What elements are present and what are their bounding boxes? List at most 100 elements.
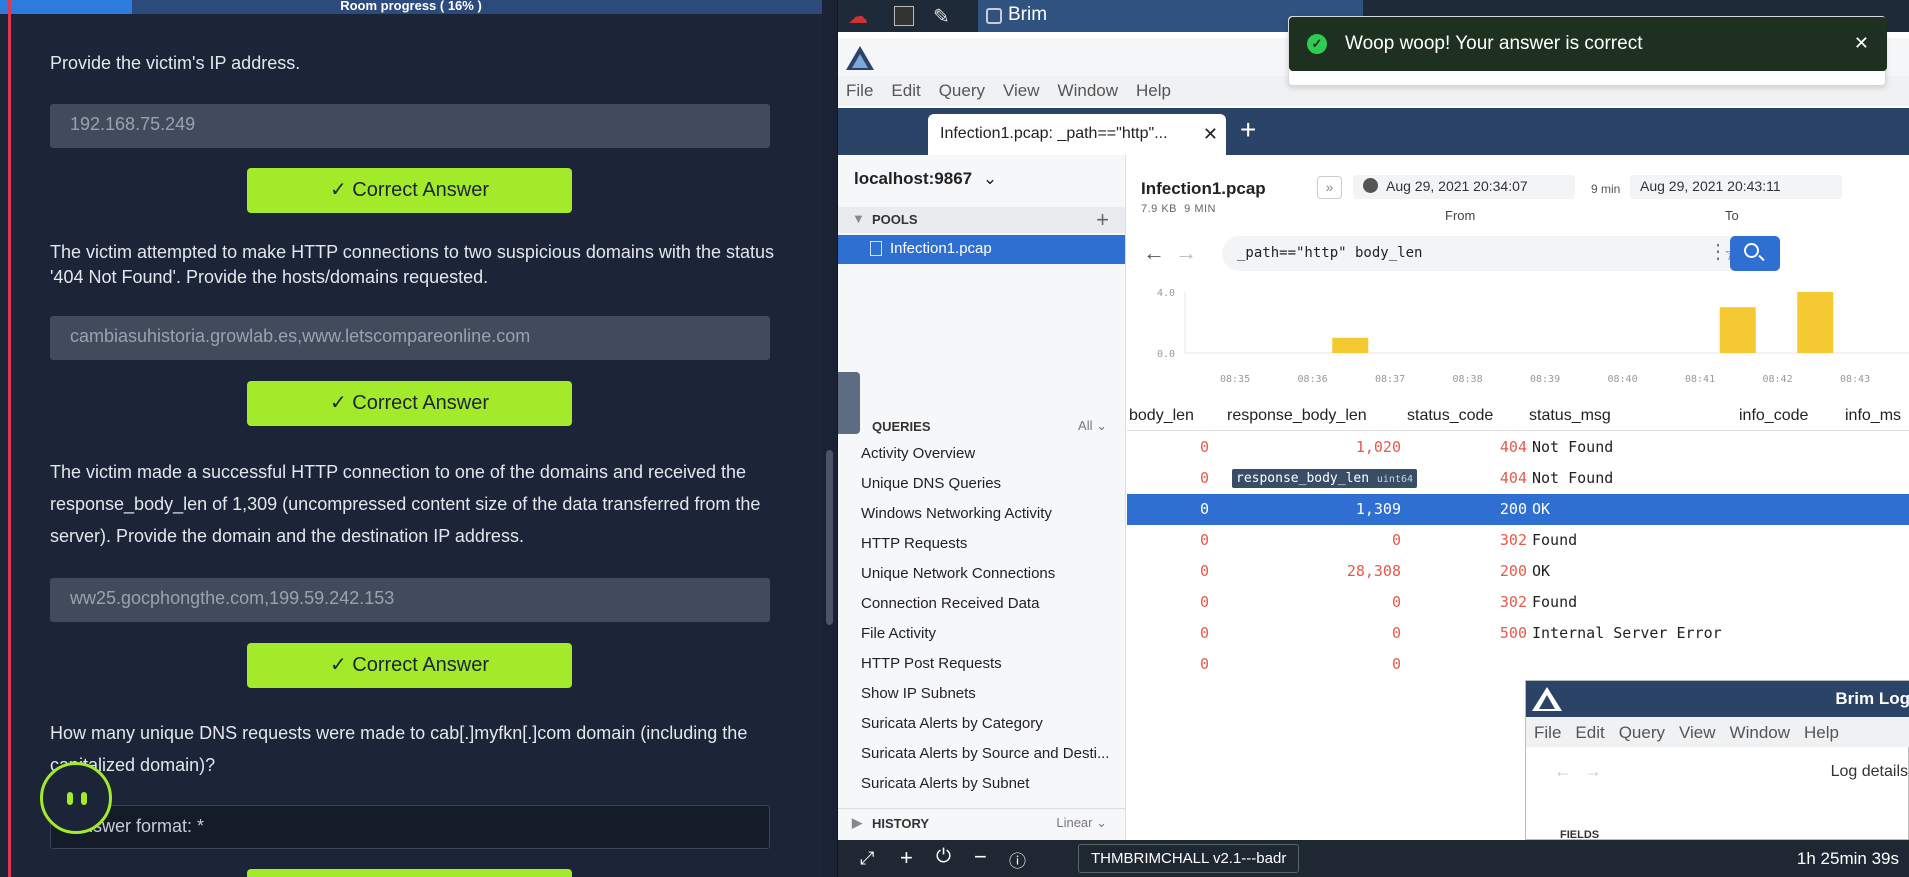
table-row[interactable]: 0 0 302 Found bbox=[1127, 525, 1909, 556]
log-back-arrow-icon[interactable]: ← bbox=[1554, 761, 1572, 782]
query-item[interactable]: HTTP Post Requests bbox=[861, 648, 1123, 678]
query-item[interactable]: Activity Overview bbox=[861, 438, 1123, 468]
column-header[interactable]: status_msg bbox=[1529, 407, 1611, 425]
forward-arrow-icon[interactable]: → bbox=[1175, 240, 1197, 266]
from-time-picker[interactable]: Aug 29, 2021 20:34:07 bbox=[1353, 175, 1575, 199]
log-menu-edit[interactable]: Edit bbox=[1575, 723, 1604, 742]
question-4-submit-button[interactable] bbox=[247, 869, 572, 877]
pool-item-infection1[interactable]: Infection1.pcap bbox=[838, 235, 1125, 264]
file-icon bbox=[870, 241, 882, 256]
back-arrow-icon[interactable]: ← bbox=[1143, 240, 1165, 266]
to-time-picker[interactable]: Aug 29, 2021 20:43:11 bbox=[1630, 175, 1842, 199]
column-header[interactable]: status_code bbox=[1407, 407, 1493, 425]
question-2-answer-input[interactable]: cambiasuhistoria.growlab.es,www.letscomp… bbox=[50, 316, 770, 360]
log-forward-arrow-icon[interactable]: → bbox=[1584, 761, 1602, 782]
query-item[interactable]: Suricata Alerts by Source and Desti... bbox=[861, 738, 1123, 768]
query-item[interactable]: Unique DNS Queries bbox=[861, 468, 1123, 498]
queries-header[interactable]: QUERIES All ⌄ bbox=[838, 412, 1125, 438]
search-input[interactable]: _path=="http" body_len bbox=[1237, 245, 1422, 261]
brim-log-window: Brim Log File Edit Query View Window Help ← →… bbox=[1525, 680, 1909, 841]
editor-icon[interactable]: ✎ bbox=[933, 4, 950, 29]
queries-list: Activity Overview Unique DNS Queries Win… bbox=[861, 438, 1123, 798]
log-menu-query[interactable]: Query bbox=[1619, 723, 1665, 742]
x-tick-label: 08:37 bbox=[1375, 374, 1405, 385]
query-item[interactable]: Suricata Alerts by Subnet bbox=[861, 768, 1123, 798]
menu-query[interactable]: Query bbox=[939, 76, 985, 106]
terminal-icon[interactable] bbox=[894, 6, 914, 26]
histogram-bar[interactable] bbox=[1719, 307, 1756, 353]
machine-name-label: THMBRIMCHALL v2.1---badr bbox=[1091, 850, 1287, 867]
question-4-answer-input[interactable]: Answer format: * bbox=[50, 805, 770, 849]
app-launcher-icon[interactable]: ☁ bbox=[848, 4, 868, 29]
query-item[interactable]: Unique Network Connections bbox=[861, 558, 1123, 588]
table-row[interactable]: 0 1,309 200 OK bbox=[1127, 494, 1909, 525]
cell-body-len: 0 bbox=[1199, 624, 1209, 642]
column-header[interactable]: response_body_len bbox=[1227, 407, 1367, 425]
add-time-icon[interactable]: + bbox=[900, 845, 913, 871]
question-1-text: Provide the victim's IP address. bbox=[50, 53, 301, 73]
room-scrollbar-thumb[interactable] bbox=[826, 450, 833, 625]
x-tick-label: 08:38 bbox=[1453, 374, 1483, 385]
search-button[interactable] bbox=[1730, 236, 1780, 271]
query-item[interactable]: Windows Networking Activity bbox=[861, 498, 1123, 528]
menu-file[interactable]: File bbox=[846, 76, 873, 106]
y-tick-label: 4.0 bbox=[1157, 288, 1175, 299]
column-header[interactable]: body_len bbox=[1129, 407, 1194, 425]
cell-response-body-len: 0 bbox=[1391, 655, 1401, 673]
column-tooltip: response_body_len uint64 bbox=[1232, 469, 1418, 488]
tab-close-icon[interactable]: ✕ bbox=[1203, 124, 1218, 145]
new-tab-icon[interactable]: + bbox=[1240, 114, 1256, 146]
room-scrollbar[interactable] bbox=[822, 0, 837, 877]
pools-header[interactable]: ▼ POOLS + bbox=[838, 207, 1125, 233]
toast-close-icon[interactable]: ✕ bbox=[1854, 33, 1869, 54]
menu-view[interactable]: View bbox=[1003, 76, 1040, 106]
cell-status-msg: Found bbox=[1532, 531, 1578, 549]
table-row[interactable]: 0 28,308 200 OK bbox=[1127, 556, 1909, 587]
log-menu-window[interactable]: Window bbox=[1730, 723, 1790, 742]
histogram-bar[interactable] bbox=[1797, 292, 1834, 353]
table-row[interactable]: 0 0 302 Found bbox=[1127, 587, 1909, 618]
info-icon[interactable]: ⓘ bbox=[1009, 847, 1026, 872]
table-row[interactable]: 0 1,020 404 Not Found bbox=[1127, 432, 1909, 463]
menu-help[interactable]: Help bbox=[1136, 76, 1171, 106]
history-mode[interactable]: Linear ⌄ bbox=[1056, 815, 1107, 831]
add-pool-icon[interactable]: + bbox=[1096, 207, 1109, 233]
question-3-correct-answer-button[interactable]: ✓ Correct Answer bbox=[247, 643, 572, 688]
expand-span-icon[interactable]: » bbox=[1317, 176, 1342, 199]
power-icon[interactable]: ⏻ bbox=[936, 846, 951, 868]
menu-window[interactable]: Window bbox=[1058, 76, 1118, 106]
menu-edit[interactable]: Edit bbox=[891, 76, 920, 106]
question-1-correct-answer-button[interactable]: ✓ Correct Answer bbox=[247, 168, 572, 213]
tooltip-type: uint64 bbox=[1376, 474, 1414, 485]
query-item[interactable]: Show IP Subnets bbox=[861, 678, 1123, 708]
column-header[interactable]: info_code bbox=[1739, 407, 1808, 425]
question-2-correct-answer-button[interactable]: ✓ Correct Answer bbox=[247, 381, 572, 426]
more-options-icon[interactable]: ⋮ bbox=[1708, 239, 1728, 264]
history-header[interactable]: ▶ HISTORY Linear ⌄ bbox=[838, 808, 1125, 834]
query-item[interactable]: Suricata Alerts by Category bbox=[861, 708, 1123, 738]
host-selector[interactable]: localhost:9867 ⌄ bbox=[854, 169, 997, 189]
log-window-title: Brim Log bbox=[1835, 689, 1909, 708]
log-menu-help[interactable]: Help bbox=[1804, 723, 1839, 742]
cell-status-code: 500 bbox=[1499, 624, 1527, 642]
table-row[interactable]: 0 0 500 Internal Server Error bbox=[1127, 618, 1909, 649]
query-item[interactable]: Connection Received Data bbox=[861, 588, 1123, 618]
column-header[interactable]: info_ms bbox=[1845, 407, 1901, 425]
bubble-eye-right bbox=[81, 792, 87, 805]
assistant-bubble[interactable] bbox=[40, 762, 112, 834]
query-item[interactable]: File Activity bbox=[861, 618, 1123, 648]
search-bar[interactable]: _path=="http" body_len ☆ ⌖ bbox=[1222, 236, 1774, 271]
minimize-icon[interactable]: − bbox=[974, 844, 987, 870]
histogram-bar[interactable] bbox=[1332, 337, 1369, 353]
tab-infection1[interactable]: Infection1.pcap: _path=="http"... ✕ bbox=[928, 114, 1226, 155]
question-1-answer-input[interactable]: 192.168.75.249 bbox=[50, 104, 770, 148]
queries-filter[interactable]: All ⌄ bbox=[1078, 418, 1107, 434]
question-3-answer-input[interactable]: ww25.gocphongthe.com,199.59.242.153 bbox=[50, 578, 770, 622]
fullscreen-icon[interactable]: ⤢ bbox=[860, 848, 874, 869]
log-menu-file[interactable]: File bbox=[1534, 723, 1561, 742]
log-menu-view[interactable]: View bbox=[1679, 723, 1716, 742]
cell-body-len: 0 bbox=[1199, 655, 1209, 673]
cell-status-msg: Internal Server Error bbox=[1532, 624, 1722, 642]
table-row[interactable]: 00 bbox=[1127, 649, 1909, 680]
query-item[interactable]: HTTP Requests bbox=[861, 528, 1123, 558]
